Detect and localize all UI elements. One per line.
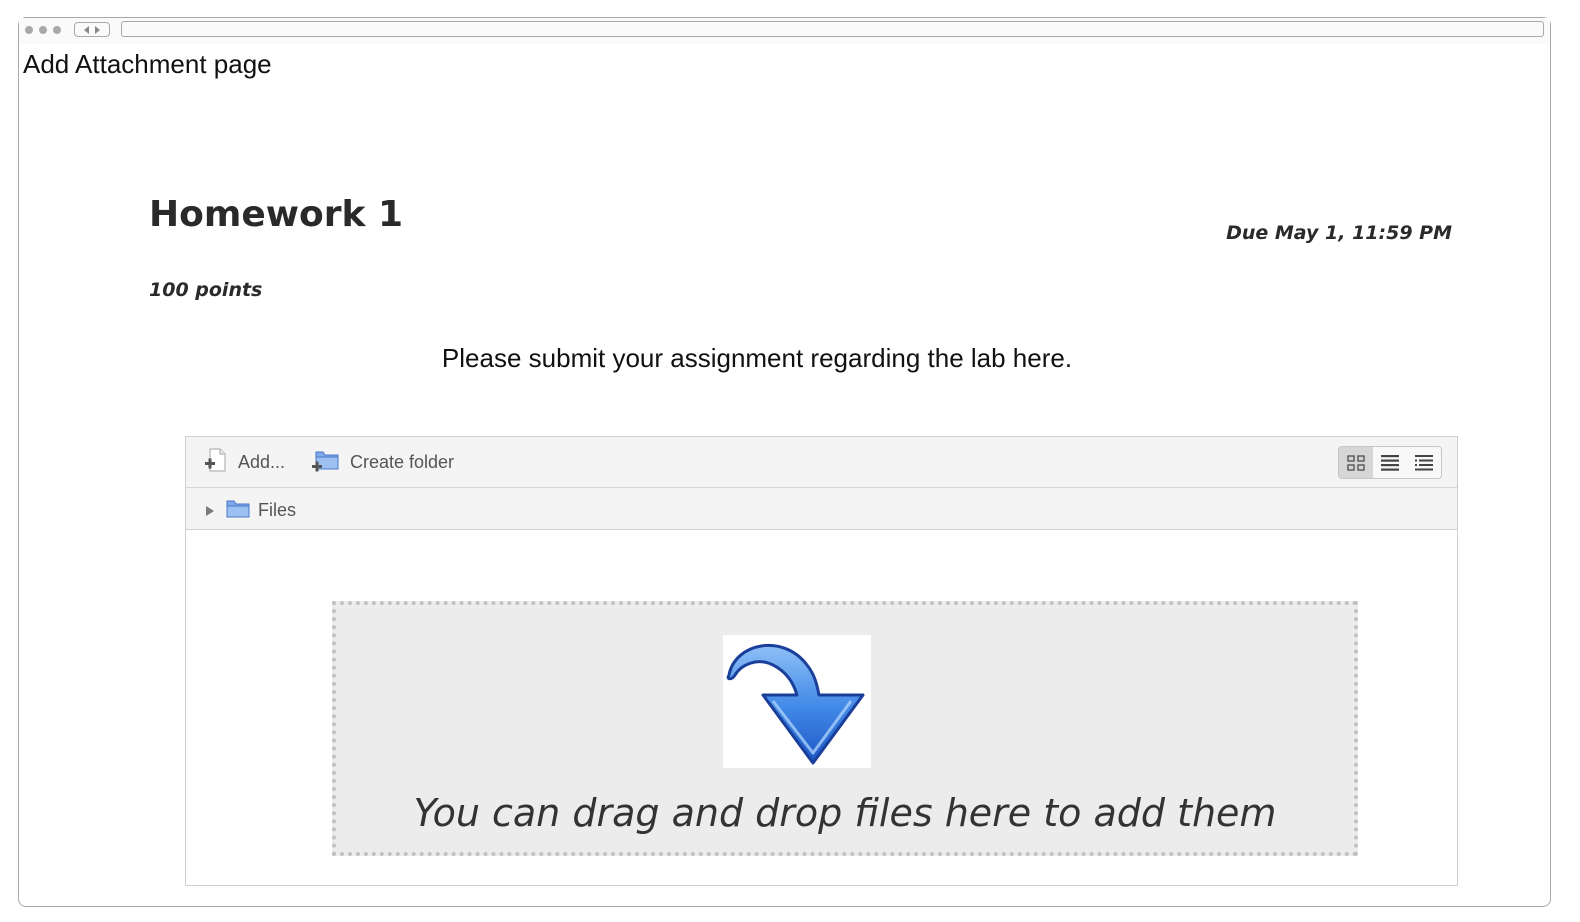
back-icon[interactable]: [84, 25, 89, 34]
assignment-points: 100 points: [149, 279, 263, 301]
list-view-button[interactable]: [1373, 447, 1407, 478]
nav-buttons: [74, 22, 110, 37]
maximize-dot[interactable]: [53, 26, 61, 34]
window-titlebar: [19, 18, 1550, 44]
down-arrow-icon: [723, 635, 871, 768]
address-bar[interactable]: [121, 21, 1544, 37]
view-mode-switch: [1338, 446, 1442, 479]
list-view-icon: [1381, 454, 1399, 471]
minimize-dot[interactable]: [39, 26, 47, 34]
create-folder-icon: [312, 447, 340, 478]
tree-view-icon: [1415, 454, 1433, 470]
expand-arrow-icon[interactable]: [206, 505, 214, 516]
file-drop-zone[interactable]: You can drag and drop files here to add …: [332, 601, 1358, 856]
add-file-icon: [204, 447, 228, 478]
add-file-label: Add...: [238, 452, 286, 472]
create-folder-button[interactable]: Create folder: [312, 447, 454, 478]
file-manager: Add... Create folder Files You can drag …: [185, 436, 1458, 886]
icons-view-button[interactable]: [1339, 447, 1373, 478]
add-file-button[interactable]: Add...: [204, 447, 285, 478]
files-folder-node[interactable]: Files: [206, 498, 296, 523]
icons-view-icon: [1347, 454, 1365, 471]
assignment-instructions: Please submit your assignment regarding …: [441, 343, 1073, 373]
assignment-title: Homework 1: [149, 194, 404, 235]
file-manager-toolbar: Add... Create folder: [186, 437, 1457, 488]
create-folder-label: Create folder: [350, 452, 455, 472]
browser-window: Add Attachment page Homework 1 Due May 1…: [18, 17, 1551, 907]
window-controls: [25, 26, 61, 34]
page-label: Add Attachment page: [23, 49, 272, 79]
tree-view-button[interactable]: [1407, 447, 1441, 478]
due-date: Due May 1, 11:59 PM: [1226, 222, 1452, 244]
drop-zone-text: You can drag and drop files here to add …: [413, 791, 1277, 835]
file-manager-path: Files: [186, 488, 1457, 530]
forward-icon[interactable]: [95, 25, 100, 34]
files-folder-label: Files: [258, 500, 297, 520]
folder-icon: [226, 498, 250, 523]
close-dot[interactable]: [25, 26, 33, 34]
